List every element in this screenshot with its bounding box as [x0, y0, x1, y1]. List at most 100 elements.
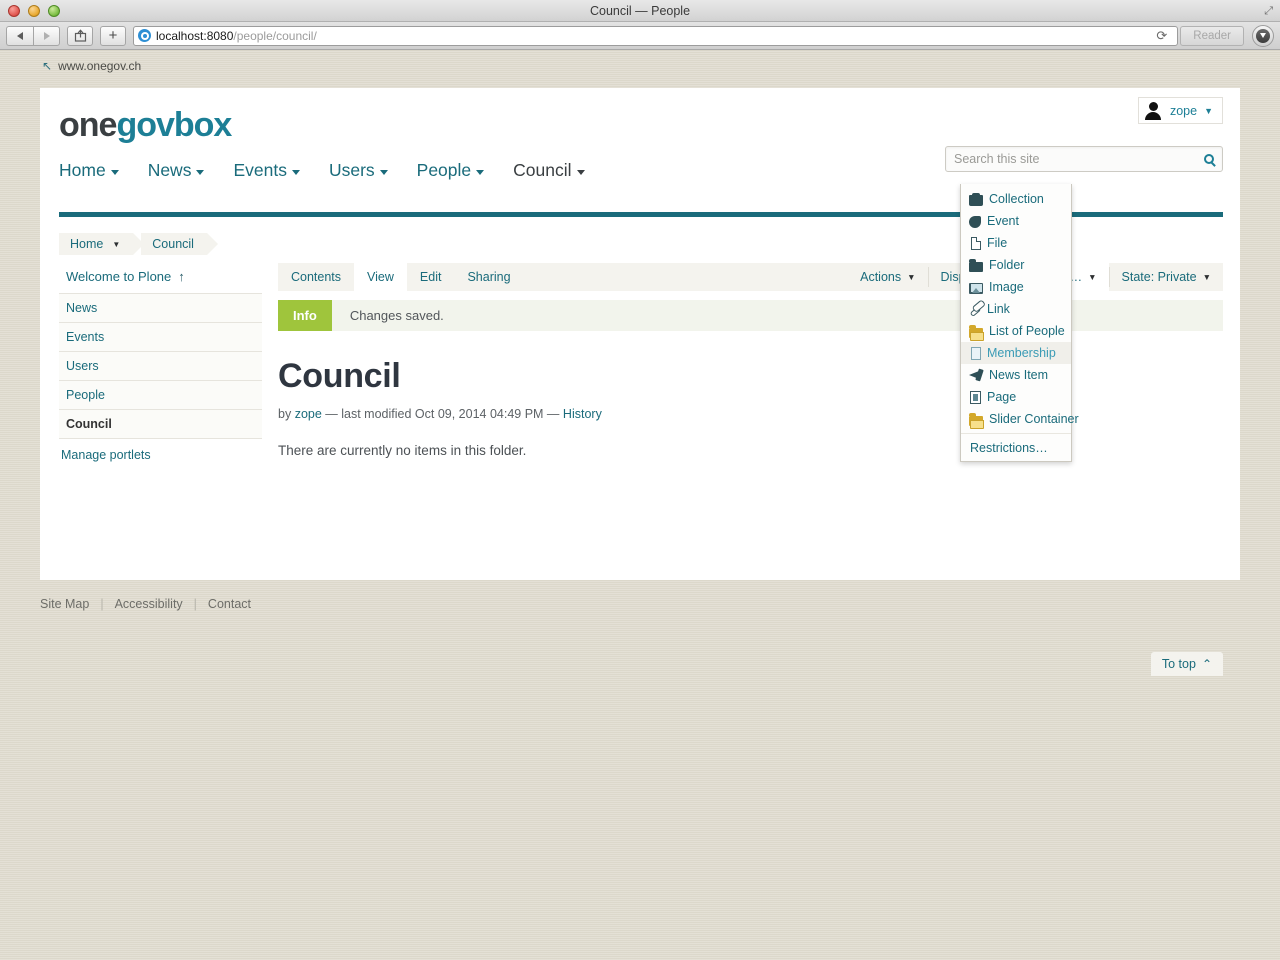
nav-item-people[interactable]: People — [417, 160, 485, 183]
chevron-down-icon — [110, 169, 119, 175]
forward-button[interactable] — [33, 25, 60, 46]
browser-window: Council — People ⤢ + localhost:8080 /peo… — [0, 0, 1280, 960]
share-button[interactable] — [67, 25, 93, 46]
address-bar[interactable]: localhost:8080 /people/council/ ⟳ — [133, 25, 1179, 46]
chevron-up-icon: ⌃ — [1201, 657, 1212, 671]
chevron-down-icon — [476, 169, 485, 175]
nav-item-news[interactable]: News — [148, 160, 205, 183]
window-title: Council — People — [589, 4, 691, 18]
sidebar-item-news[interactable]: News — [59, 294, 262, 323]
tab-sharing[interactable]: Sharing — [454, 263, 523, 291]
downloads-button[interactable] — [1252, 24, 1274, 47]
menu-item-file[interactable]: File — [961, 232, 1071, 254]
window-titlebar: Council — People ⤢ — [0, 0, 1280, 22]
minimize-window-button[interactable] — [28, 5, 40, 17]
search-input[interactable] — [954, 152, 1204, 166]
close-window-button[interactable] — [8, 5, 20, 17]
tab-contents[interactable]: Contents — [278, 263, 354, 291]
tab-edit[interactable]: Edit — [407, 263, 455, 291]
site-search[interactable] — [945, 146, 1223, 172]
chevron-down-icon: ▼ — [907, 272, 916, 282]
menu-actions[interactable]: Actions ▼ — [848, 263, 927, 291]
plus-icon: + — [108, 27, 118, 44]
menu-item-label: Folder — [989, 258, 1025, 272]
chevron-down-icon[interactable]: ▼ — [112, 240, 120, 249]
url-host: localhost:8080 — [156, 28, 234, 43]
status-message: Info Changes saved. — [278, 300, 1223, 331]
reader-button[interactable]: Reader — [1180, 25, 1244, 46]
nav-item-home[interactable]: Home — [59, 160, 119, 183]
maximize-window-button[interactable] — [48, 5, 60, 17]
downloads-icon — [1256, 28, 1270, 43]
sidebar-item-council[interactable]: Council — [59, 410, 262, 439]
tab-view[interactable]: View — [354, 263, 407, 291]
nav-item-label: Users — [328, 160, 375, 180]
forward-arrow-icon — [43, 31, 50, 40]
back-arrow-icon — [17, 31, 23, 40]
site-header: onegovbox zope ▼ Home News Events Users … — [40, 88, 1240, 217]
menu-item-label: Page — [987, 390, 1017, 404]
back-button[interactable] — [6, 25, 33, 46]
file-icon — [971, 236, 981, 250]
menu-item-list-of-people[interactable]: List of People — [961, 320, 1071, 342]
megaphone-icon — [969, 368, 983, 382]
menu-state[interactable]: State: Private ▼ — [1110, 263, 1223, 291]
chevron-down-icon — [576, 169, 585, 175]
logo-part-govbox: govbox — [116, 106, 232, 144]
to-top-button[interactable]: To top ⌃ — [1150, 652, 1223, 676]
user-menu[interactable]: zope ▼ — [1137, 97, 1223, 124]
yellow-folder-icon — [969, 324, 984, 341]
menu-label: State: Private — [1121, 270, 1197, 284]
menu-item-slider-container[interactable]: Slider Container — [961, 408, 1079, 430]
menu-item-event[interactable]: Event — [961, 210, 1071, 232]
portlet-header[interactable]: Welcome to Plone ↑ — [59, 263, 262, 294]
page-icon — [970, 391, 981, 404]
content-action-tabs: Contents View Edit Sharing Actions ▼ Dis… — [278, 263, 1223, 291]
menu-item-restrictions[interactable]: Restrictions… — [961, 433, 1071, 459]
sidebar-item-people[interactable]: People — [59, 381, 262, 410]
status-text: Changes saved. — [349, 308, 444, 323]
logo-part-one: one — [59, 106, 117, 144]
new-tab-button[interactable]: + — [100, 25, 126, 46]
collection-icon — [969, 192, 983, 206]
breadcrumb-item-council[interactable]: Council — [141, 233, 218, 255]
folder-icon — [969, 258, 983, 272]
manage-portlets-link[interactable]: Manage portlets — [59, 439, 262, 462]
back-up-arrow-icon[interactable]: ↖ — [42, 59, 52, 73]
page-title: Council — [278, 357, 401, 395]
menu-label: Actions — [860, 270, 902, 284]
menu-item-membership[interactable]: Membership — [961, 342, 1071, 364]
site-logo[interactable]: onegovbox — [59, 106, 232, 145]
nav-item-council[interactable]: Council — [513, 160, 585, 183]
onegov-site-label[interactable]: www.onegov.ch — [58, 59, 141, 73]
reload-icon[interactable]: ⟳ — [1150, 28, 1173, 44]
breadcrumb-item-home[interactable]: Home ▼ — [59, 233, 145, 255]
history-link[interactable]: History — [563, 407, 602, 421]
footer-link-accessibility[interactable]: Accessibility — [104, 597, 194, 611]
menu-item-link[interactable]: Link — [961, 298, 1071, 320]
menu-item-label: List of People — [989, 324, 1065, 338]
nav-item-events[interactable]: Events — [233, 160, 300, 183]
menu-item-news-item[interactable]: News Item — [961, 364, 1071, 386]
site-footer: Site Map | Accessibility | Contact — [40, 597, 262, 611]
chevron-down-icon — [291, 169, 300, 175]
breadcrumb-label: Home — [70, 237, 104, 251]
link-icon — [969, 306, 982, 317]
footer-link-contact[interactable]: Contact — [197, 597, 262, 611]
up-arrow-icon: ↑ — [178, 269, 185, 284]
menu-item-folder[interactable]: Folder — [961, 254, 1071, 276]
site-identity-icon — [138, 29, 151, 42]
nav-item-users[interactable]: Users — [329, 160, 388, 183]
menu-item-image[interactable]: Image — [961, 276, 1071, 298]
search-icon[interactable] — [1204, 154, 1214, 164]
sidebar-item-users[interactable]: Users — [59, 352, 262, 381]
menu-item-label: Event — [987, 214, 1019, 228]
byline-author-link[interactable]: zope — [295, 407, 322, 421]
window-controls — [8, 5, 60, 17]
footer-link-site-map[interactable]: Site Map — [40, 597, 100, 611]
sidebar-item-events[interactable]: Events — [59, 323, 262, 352]
menu-item-collection[interactable]: Collection — [961, 188, 1071, 210]
menu-item-page[interactable]: Page — [961, 386, 1071, 408]
fullscreen-arrows-icon[interactable]: ⤢ — [1264, 4, 1273, 18]
status-badge: Info — [278, 300, 332, 331]
